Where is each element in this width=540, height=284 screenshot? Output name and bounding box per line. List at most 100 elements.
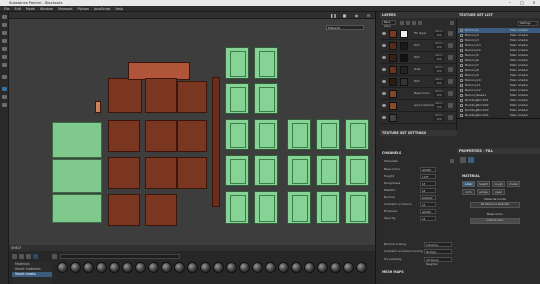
channel-format-select[interactable]: L16F — [420, 174, 436, 179]
blend-mode[interactable]: Norm 100 — [434, 66, 444, 73]
checkbox[interactable] — [460, 49, 463, 52]
blend-mode[interactable]: Norm 100 — [434, 54, 444, 61]
shelf-mask-thumbnail[interactable] — [83, 262, 94, 273]
eye-icon[interactable] — [382, 44, 386, 47]
clone-icon[interactable] — [2, 55, 7, 59]
layer-row[interactable]: Fill layer Norm 100 — [380, 28, 456, 40]
import-icon[interactable] — [19, 254, 24, 259]
blend-mode[interactable]: Norm 100 — [434, 114, 444, 121]
add-fill-icon[interactable] — [406, 21, 410, 25]
shelf-mask-thumbnail[interactable] — [330, 262, 341, 273]
normal-mixing-select[interactable]: Combine — [424, 242, 452, 247]
channel-format-select[interactable]: L8 — [420, 202, 436, 207]
delete-layer-icon[interactable] — [450, 21, 454, 25]
polygon-fill-icon[interactable] — [2, 39, 7, 43]
shelf-mask-thumbnail[interactable] — [317, 262, 328, 273]
color-picker-icon[interactable] — [2, 87, 7, 91]
checkbox[interactable] — [460, 34, 463, 37]
new-folder-icon[interactable] — [12, 254, 17, 259]
menu-file[interactable]: File — [4, 7, 10, 11]
shelf-mask-thumbnail[interactable] — [109, 262, 120, 273]
checkbox[interactable] — [460, 114, 463, 117]
material-mode-button[interactable]: No Resource Selected — [470, 202, 520, 208]
menu-javascript[interactable]: JavaScript — [94, 7, 111, 11]
camera-mode-icon[interactable]: ■ — [342, 13, 347, 18]
edit-icon[interactable] — [448, 91, 453, 96]
fill-icon[interactable] — [460, 157, 466, 163]
edit-icon[interactable] — [448, 115, 453, 120]
layer-row[interactable]: Dirt Norm 100 — [380, 52, 456, 64]
checkbox[interactable] — [460, 44, 463, 47]
ao-mixing-select[interactable]: Multiply — [424, 249, 452, 254]
checkbox[interactable] — [460, 99, 463, 102]
shelf-view-icon[interactable] — [33, 254, 38, 259]
menu-window[interactable]: Window — [40, 7, 53, 11]
channel-format-select[interactable]: L8 — [420, 181, 436, 186]
shelf-mask-thumbnail[interactable] — [304, 262, 315, 273]
shelf-mask-thumbnail[interactable] — [252, 262, 263, 273]
shelf-mask-thumbnail[interactable] — [122, 262, 133, 273]
checkbox[interactable] — [460, 29, 463, 32]
channel-format-select[interactable]: sRGB8 — [420, 167, 436, 172]
edit-icon[interactable] — [448, 31, 453, 36]
checkbox[interactable] — [460, 89, 463, 92]
checkbox[interactable] — [460, 39, 463, 42]
menu-help[interactable]: Help — [115, 7, 123, 11]
shelf-mask-thumbnail[interactable] — [187, 262, 198, 273]
checkbox[interactable] — [460, 74, 463, 77]
shelf-mask-thumbnail[interactable] — [135, 262, 146, 273]
display-settings-icon[interactable]: ⚙ — [366, 13, 371, 18]
menu-python[interactable]: Python — [78, 7, 89, 11]
checkbox[interactable] — [460, 64, 463, 67]
edit-icon[interactable] — [448, 103, 453, 108]
eye-icon[interactable] — [382, 80, 386, 83]
shelf-mask-thumbnail[interactable] — [226, 262, 237, 273]
edit-icon[interactable] — [448, 67, 453, 72]
toggle-rough[interactable]: rough — [492, 181, 505, 187]
checkbox[interactable] — [460, 54, 463, 57]
layer-row[interactable]: Dirt Norm 100 — [380, 40, 456, 52]
shelf-mask-thumbnail[interactable] — [161, 262, 172, 273]
menu-mode[interactable]: Mode — [26, 7, 35, 11]
shelf-mask-thumbnail[interactable] — [174, 262, 185, 273]
paint-brush-icon[interactable] — [2, 15, 7, 19]
toggle-emiss[interactable]: emiss — [477, 189, 490, 195]
shelf-mask-thumbnail[interactable] — [278, 262, 289, 273]
smudge-icon[interactable] — [2, 47, 7, 51]
edit-icon[interactable] — [448, 43, 453, 48]
edit-icon[interactable] — [448, 55, 453, 60]
blend-mode[interactable]: Norm 100 — [434, 90, 444, 97]
uv-padding-select[interactable]: 3D Space Neighbor — [424, 257, 452, 266]
shelf-mask-thumbnail[interactable] — [291, 262, 302, 273]
toggle-height[interactable]: height — [477, 181, 490, 187]
eye-icon[interactable] — [382, 68, 386, 71]
channel-format-select[interactable]: sRGB8 — [420, 209, 436, 214]
shelf-mask-thumbnail[interactable] — [213, 262, 224, 273]
eye-icon[interactable] — [382, 56, 386, 59]
layer-row[interactable]: Dirt Norm 100 — [380, 76, 456, 88]
material-icon[interactable] — [468, 157, 474, 163]
base-color-swatch[interactable]: uniform color — [470, 218, 520, 224]
filter-icon[interactable] — [26, 254, 31, 259]
channel-format-select[interactable]: RGB16F — [420, 195, 436, 200]
channel-format-select[interactable]: L8 — [420, 188, 436, 193]
selection-icon[interactable] — [2, 95, 7, 99]
checkbox[interactable] — [460, 59, 463, 62]
checkbox[interactable] — [460, 94, 463, 97]
channel-select[interactable]: Base Color — [382, 20, 396, 28]
blend-mode[interactable]: Norm 100 — [434, 42, 444, 49]
shelf-search-input[interactable] — [60, 254, 180, 259]
eye-icon[interactable] — [382, 104, 386, 107]
shelf-mask-thumbnail[interactable] — [265, 262, 276, 273]
shelf-mask-thumbnail[interactable] — [57, 262, 68, 273]
add-channel-icon[interactable] — [450, 159, 454, 163]
shelf-mask-thumbnail[interactable] — [343, 262, 354, 273]
eye-icon[interactable] — [382, 92, 386, 95]
toggle-metal[interactable]: metal — [507, 181, 520, 187]
funnel-icon[interactable] — [52, 254, 57, 259]
shelf-category-smart-masks[interactable]: Smart masks — [12, 272, 52, 277]
layer-row[interactable]: Norm 100 — [380, 112, 456, 124]
menu-edit[interactable]: Edit — [15, 7, 21, 11]
toggle-opac[interactable]: opac — [492, 189, 505, 195]
screenshot-icon[interactable]: ◉ — [354, 13, 359, 18]
